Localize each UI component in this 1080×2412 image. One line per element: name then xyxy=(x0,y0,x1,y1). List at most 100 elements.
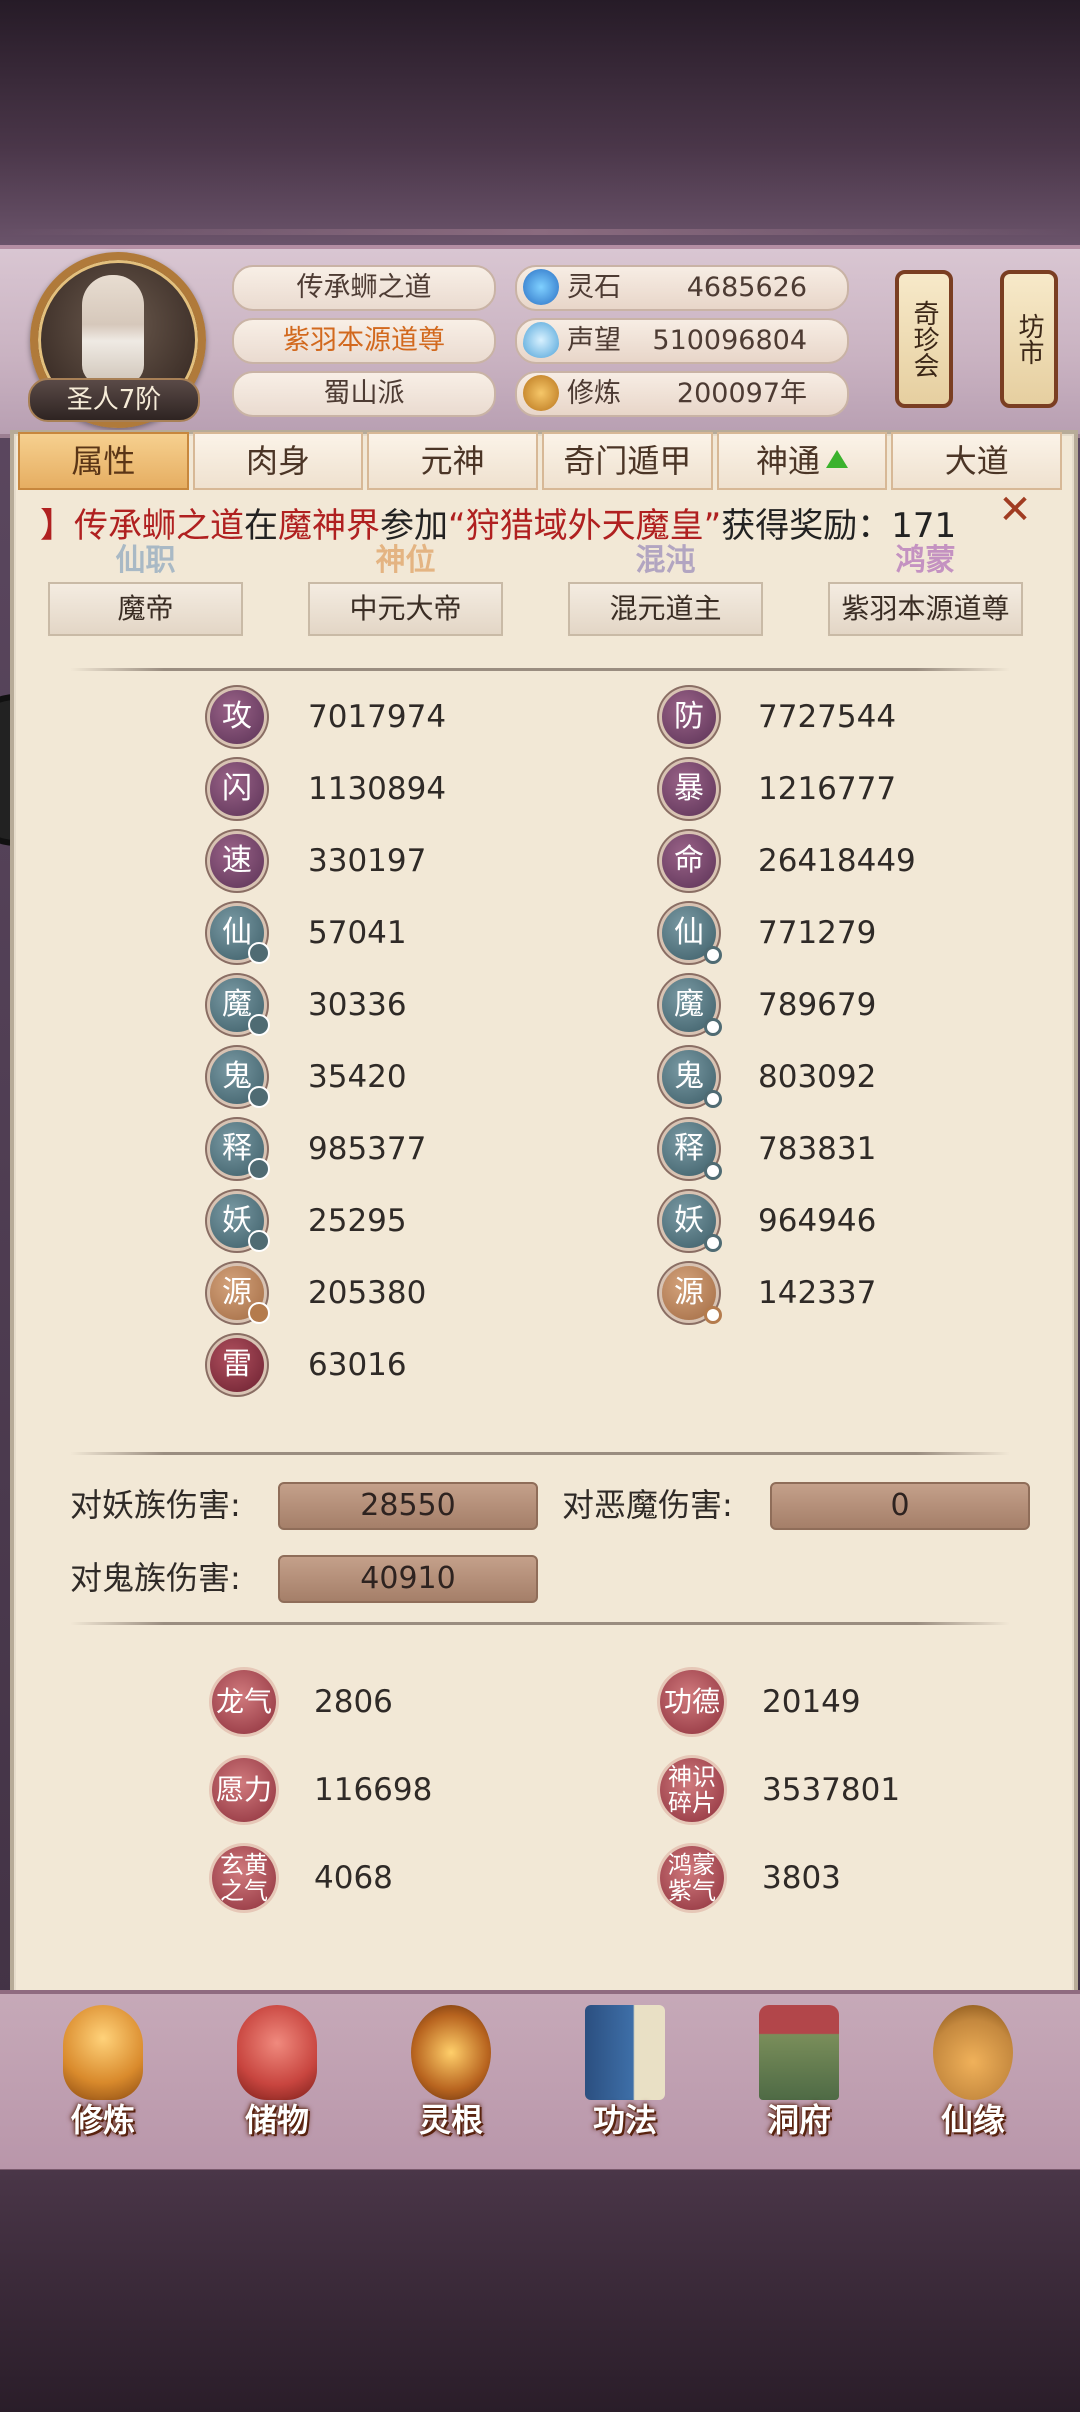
tab-qimen[interactable]: 奇门遁甲 xyxy=(542,432,713,490)
tab-label: 肉身 xyxy=(246,442,311,480)
nav-fate[interactable]: 仙缘 xyxy=(898,1995,1048,2155)
badge-glyph: 仙 xyxy=(674,915,704,950)
marquee-event: “狩猎域外天魔皇” xyxy=(448,506,722,546)
tab-label: 大道 xyxy=(944,442,1009,480)
defense-mark-icon xyxy=(704,946,722,964)
stat-label: 修炼 xyxy=(567,378,621,409)
nav-techniques[interactable]: 功法 xyxy=(550,1995,700,2155)
resource-value: 20149 xyxy=(762,1684,861,1720)
badge-glyph: 源 xyxy=(222,1275,252,1310)
attack-mark-icon xyxy=(248,1086,270,1108)
attr-left-5: 鬼 xyxy=(210,1050,270,1108)
attr-right-6: 释 xyxy=(662,1122,722,1180)
marquee-bracket: 】 xyxy=(40,506,74,546)
attack-mark-icon xyxy=(248,1158,270,1180)
monk-icon xyxy=(63,2005,143,2100)
gourd-icon xyxy=(933,2005,1013,2100)
tab-label: 元神 xyxy=(420,442,485,480)
nav-label: 功法 xyxy=(592,2101,657,2139)
defense-mark-icon xyxy=(704,1090,722,1108)
attr-right-3: 仙 xyxy=(662,906,722,964)
attr-right-0: 防 xyxy=(662,690,716,744)
damage-label: 对鬼族伤害: xyxy=(70,1559,241,1597)
resource-value: 116698 xyxy=(314,1772,433,1808)
close-icon[interactable]: ✕ xyxy=(995,490,1035,530)
marquee-join: 参加 xyxy=(380,506,448,546)
rank-title: 混沌 xyxy=(635,543,696,578)
attr-left-7: 妖 xyxy=(210,1194,270,1252)
nav-storage[interactable]: 储物 xyxy=(202,1995,352,2155)
attr-value: 803092 xyxy=(758,1059,877,1095)
damage-value: 40910 xyxy=(278,1555,538,1603)
attr-value: 142337 xyxy=(758,1275,877,1311)
nav-spirit-root[interactable]: 灵根 xyxy=(376,1995,526,2155)
tab-label: 奇门遁甲 xyxy=(563,442,692,480)
rank-value: 混元道主 xyxy=(568,582,763,636)
bottom-banner xyxy=(0,2170,1080,2412)
spirit-stone-stat: 灵石 4685626 xyxy=(515,265,849,311)
demon-attack-icon: 魔 xyxy=(210,978,270,1036)
rank-value: 中元大帝 xyxy=(308,582,503,636)
xuanhuang-qi-icon: 玄黄之气 xyxy=(212,1846,276,1910)
palace-icon xyxy=(759,2005,839,2100)
tab-spirit[interactable]: 元神 xyxy=(367,432,539,490)
badge-glyph: 妖 xyxy=(222,1203,252,1238)
rank-value: 紫羽本源道尊 xyxy=(828,582,1023,636)
rank-value: 魔帝 xyxy=(48,582,243,636)
rank-card-primordial: 鸿蒙 紫羽本源道尊 xyxy=(818,542,1033,636)
divider xyxy=(70,1622,1010,1625)
hongmeng-qi-icon: 鸿蒙紫气 xyxy=(660,1846,724,1910)
nav-cave[interactable]: 洞府 xyxy=(724,1995,874,2155)
buddha-attack-icon: 释 xyxy=(210,1122,270,1180)
resource-value: 2806 xyxy=(314,1684,393,1720)
attr-value: 985377 xyxy=(308,1131,427,1167)
rank-card-chaos: 混沌 混元道主 xyxy=(558,542,773,636)
rank-card-immortal-post: 仙职 魔帝 xyxy=(38,542,253,636)
market-button[interactable]: 坊市 xyxy=(1000,270,1058,408)
divider xyxy=(70,1452,1010,1455)
defense-mark-icon xyxy=(704,1306,722,1324)
tab-attributes[interactable]: 属性 xyxy=(18,432,189,490)
badge-glyph: 魔 xyxy=(222,987,252,1022)
nav-cultivate[interactable]: 修炼 xyxy=(28,1995,178,2155)
crit-icon: 暴 xyxy=(662,762,716,816)
thunder-icon: 雷 xyxy=(210,1338,264,1392)
rank-title: 鸿蒙 xyxy=(895,543,956,578)
tab-dao[interactable]: 大道 xyxy=(891,432,1063,490)
life-icon: 命 xyxy=(662,834,716,888)
badge-glyph: 魔 xyxy=(674,987,704,1022)
attr-left-2: 速 xyxy=(210,834,264,888)
tab-label: 属性 xyxy=(71,442,136,480)
attr-value: 30336 xyxy=(308,987,407,1023)
stat-label: 声望 xyxy=(567,325,621,356)
defense-mark-icon xyxy=(704,1018,722,1036)
defense-mark-icon xyxy=(704,1234,722,1252)
avatar-portrait-icon xyxy=(82,275,144,385)
resource-value: 4068 xyxy=(314,1860,393,1896)
spirit-root-icon xyxy=(411,2005,491,2100)
damage-value: 0 xyxy=(770,1482,1030,1530)
player-sect: 蜀山派 xyxy=(232,371,496,417)
attr-right-2: 命 xyxy=(662,834,716,888)
stat-label: 灵石 xyxy=(567,272,621,303)
stat-value: 200097年 xyxy=(676,378,807,409)
tab-divine-power[interactable]: 神通 xyxy=(716,432,888,490)
nav-label: 洞府 xyxy=(766,2101,831,2139)
treasure-fair-button[interactable]: 奇珍会 xyxy=(895,270,953,408)
tab-body[interactable]: 肉身 xyxy=(192,432,364,490)
player-title[interactable]: 紫羽本源道尊 xyxy=(232,318,496,364)
attr-left-8: 源 xyxy=(210,1266,270,1324)
nav-label: 仙缘 xyxy=(940,2101,1005,2139)
reputation-stat: 声望 510096804 xyxy=(515,318,849,364)
marquee-reward: 获得奖励：171 xyxy=(721,506,957,546)
resource-value: 3537801 xyxy=(762,1772,901,1808)
attack-mark-icon xyxy=(248,1230,270,1252)
damage-value: 28550 xyxy=(278,1482,538,1530)
player-name: 传承蛳之道 xyxy=(232,265,496,311)
attr-value: 35420 xyxy=(308,1059,407,1095)
attr-value: 7727544 xyxy=(758,699,897,735)
badge-glyph: 释 xyxy=(222,1131,252,1166)
rank-title: 神位 xyxy=(375,543,436,578)
attr-value: 26418449 xyxy=(758,843,916,879)
nav-label: 灵根 xyxy=(418,2101,483,2139)
